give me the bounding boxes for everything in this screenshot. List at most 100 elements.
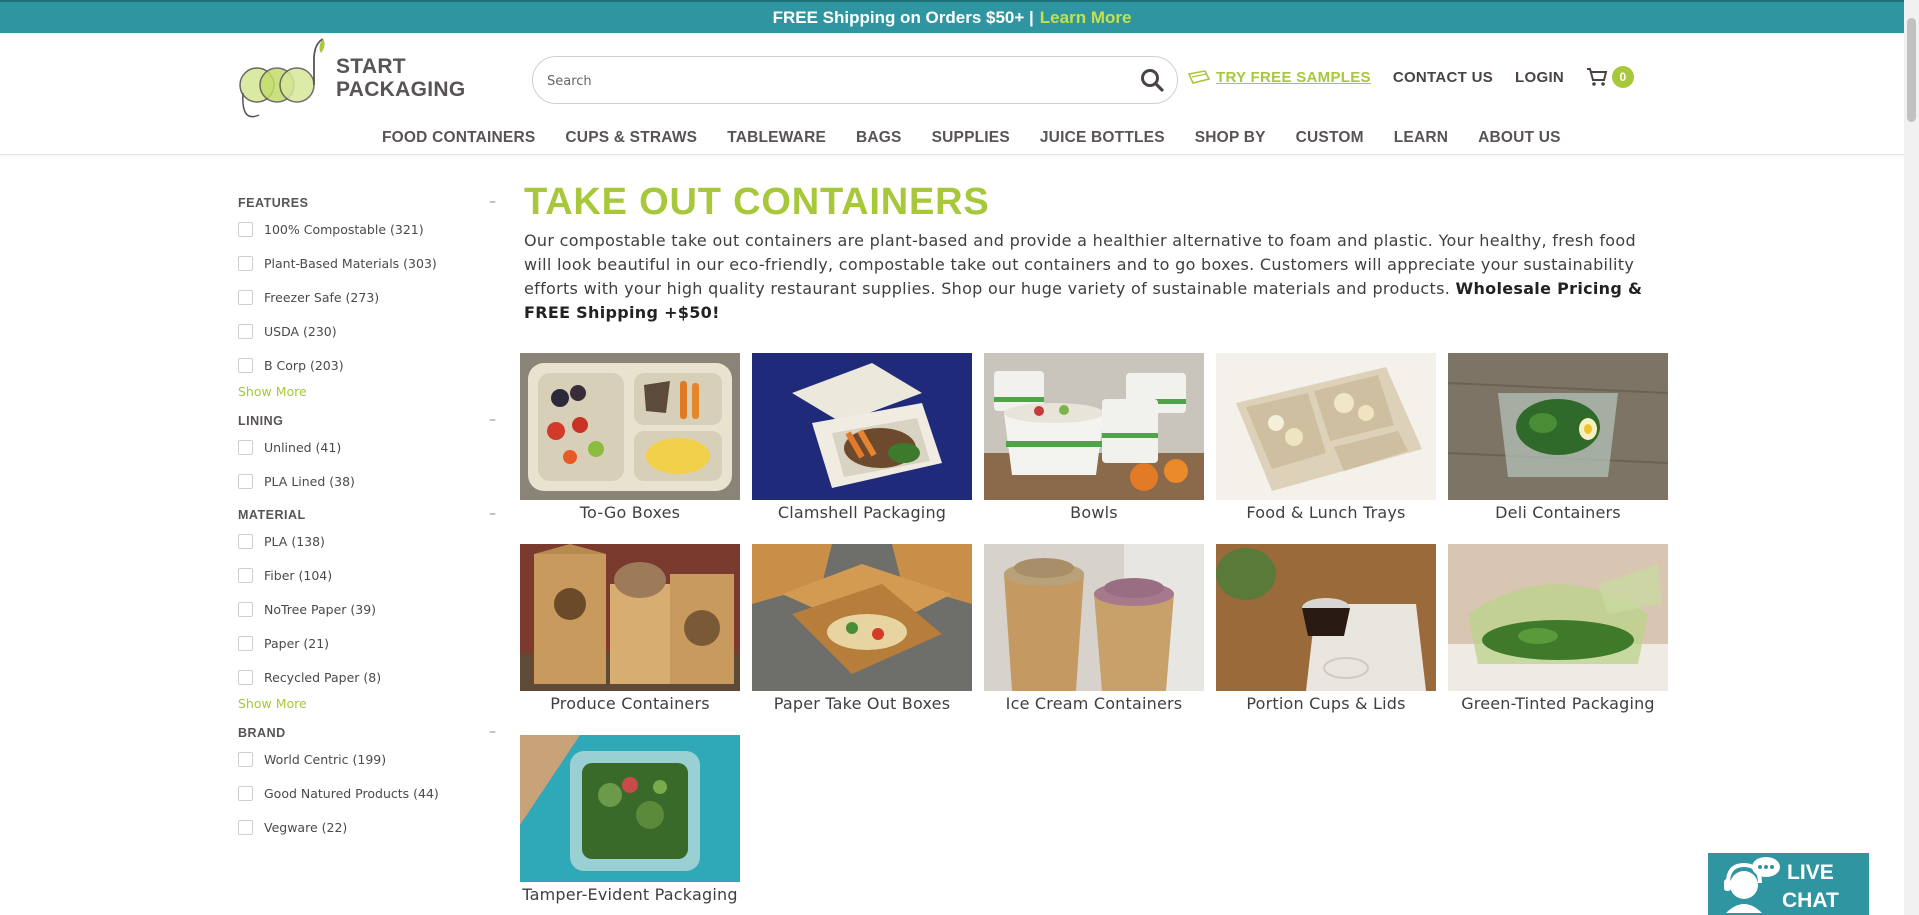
filter-option[interactable]: Fiber (104): [238, 558, 502, 592]
filter-option[interactable]: World Centric (199): [238, 742, 502, 776]
collapse-icon[interactable]: –: [489, 506, 496, 522]
category-tile-produce-containers[interactable]: Produce Containers: [520, 544, 740, 724]
main-nav: FOOD CONTAINERS CUPS & STRAWS TABLEWARE …: [382, 129, 1591, 147]
checkbox[interactable]: [238, 221, 253, 237]
category-tile-to-go-boxes[interactable]: To-Go Boxes: [520, 353, 740, 533]
checkbox[interactable]: [238, 473, 253, 489]
category-tile-bowls[interactable]: Bowls: [984, 353, 1204, 533]
bowls-image: [984, 353, 1204, 500]
category-label: Portion Cups & Lids: [1246, 694, 1406, 713]
site-header: START PACKAGING TRY FREE SAMPLES CONTACT…: [0, 33, 1904, 155]
samples-icon: [1188, 70, 1210, 84]
filter-option[interactable]: NoTree Paper (39): [238, 592, 502, 626]
facet-brand-header: BRAND –: [238, 722, 502, 742]
category-tile-ice-cream-containers[interactable]: Ice Cream Containers: [984, 544, 1204, 724]
facet-material-header: MATERIAL –: [238, 504, 502, 524]
food-lunch-trays-image: [1216, 353, 1436, 500]
try-free-samples-link[interactable]: TRY FREE SAMPLES: [1188, 69, 1371, 86]
nav-supplies[interactable]: SUPPLIES: [932, 129, 1010, 147]
nav-tableware[interactable]: TABLEWARE: [727, 129, 826, 147]
collapse-icon[interactable]: –: [489, 412, 496, 428]
category-tile-green-tinted-packaging[interactable]: Green-Tinted Packaging: [1448, 544, 1668, 724]
login-link[interactable]: LOGIN: [1515, 69, 1564, 86]
collapse-icon[interactable]: –: [489, 194, 496, 210]
green-tinted-packaging-image: [1448, 544, 1668, 691]
cart-button[interactable]: 0: [1586, 66, 1635, 88]
page-title: TAKE OUT CONTAINERS: [524, 181, 990, 223]
live-chat-button[interactable]: LIVE CHAT: [1708, 853, 1869, 915]
brand-wordmark[interactable]: START PACKAGING: [336, 55, 465, 101]
filter-option[interactable]: Unlined (41): [238, 430, 502, 464]
category-tile-clamshell-packaging[interactable]: Clamshell Packaging: [752, 353, 972, 533]
facet-title: FEATURES: [238, 196, 309, 210]
nav-cups-straws[interactable]: CUPS & STRAWS: [565, 129, 697, 147]
category-label: To-Go Boxes: [579, 503, 681, 522]
checkbox[interactable]: [238, 751, 253, 767]
nav-bags[interactable]: BAGS: [856, 129, 902, 147]
checkbox[interactable]: [238, 255, 253, 271]
nav-learn[interactable]: LEARN: [1394, 129, 1448, 147]
filter-option[interactable]: PLA (138): [238, 524, 502, 558]
category-tile-tamper-evident-packaging[interactable]: Tamper-Evident Packaging: [520, 735, 740, 915]
checkbox[interactable]: [238, 785, 253, 801]
nav-juice-bottles[interactable]: JUICE BOTTLES: [1040, 129, 1165, 147]
filter-option[interactable]: Good Natured Products (44): [238, 776, 502, 810]
cart-icon: [1587, 68, 1608, 86]
filter-option[interactable]: Paper (21): [238, 626, 502, 660]
filter-option[interactable]: Plant-Based Materials (303): [238, 246, 502, 280]
ice-cream-containers-image: [984, 544, 1204, 691]
nav-about-us[interactable]: ABOUT US: [1478, 129, 1561, 147]
search-icon[interactable]: [1139, 67, 1165, 93]
facet-title: MATERIAL: [238, 508, 306, 522]
category-label: Bowls: [1070, 503, 1118, 522]
filter-option[interactable]: 100% Compostable (321): [238, 212, 502, 246]
nav-food-containers[interactable]: FOOD CONTAINERS: [382, 129, 535, 147]
checkbox[interactable]: [238, 323, 253, 339]
checkbox[interactable]: [238, 669, 253, 685]
checkbox[interactable]: [238, 819, 253, 835]
category-tile-food-lunch-trays[interactable]: Food & Lunch Trays: [1216, 353, 1436, 533]
category-tile-deli-containers[interactable]: Deli Containers: [1448, 353, 1668, 533]
promo-text: FREE Shipping on Orders $50+ |: [772, 7, 1034, 27]
checkbox[interactable]: [238, 357, 253, 373]
checkbox[interactable]: [238, 635, 253, 651]
checkbox[interactable]: [238, 439, 253, 455]
promo-bar: FREE Shipping on Orders $50+ | Learn Mor…: [0, 0, 1904, 33]
clamshell-packaging-image: [752, 353, 972, 500]
show-more-material-link[interactable]: Show More: [238, 694, 502, 722]
category-label: Ice Cream Containers: [1005, 694, 1183, 713]
category-tile-paper-take-out-boxes[interactable]: Paper Take Out Boxes: [752, 544, 972, 724]
filter-option[interactable]: USDA (230): [238, 314, 502, 348]
contact-us-link[interactable]: CONTACT US: [1393, 69, 1493, 86]
category-label: Tamper-Evident Packaging: [522, 885, 738, 904]
facet-lining-header: LINING –: [238, 410, 502, 430]
category-label: Deli Containers: [1495, 503, 1621, 522]
filter-option[interactable]: Freezer Safe (273): [238, 280, 502, 314]
produce-containers-image: [520, 544, 740, 691]
filter-option[interactable]: Vegware (22): [238, 810, 502, 844]
filter-option[interactable]: B Corp (203): [238, 348, 502, 382]
category-tile-portion-cups-lids[interactable]: Portion Cups & Lids: [1216, 544, 1436, 724]
nav-custom[interactable]: CUSTOM: [1296, 129, 1364, 147]
paper-take-out-boxes-image: [752, 544, 972, 691]
page-scrollbar[interactable]: [1904, 0, 1919, 915]
category-label: Produce Containers: [550, 694, 710, 713]
checkbox[interactable]: [238, 289, 253, 305]
facet-features-header: FEATURES –: [238, 192, 502, 212]
portion-cups-lids-image: [1216, 544, 1436, 691]
checkbox[interactable]: [238, 533, 253, 549]
nav-shop-by[interactable]: SHOP BY: [1195, 129, 1266, 147]
search-input[interactable]: [547, 69, 1107, 93]
chat-agent-icon: [1724, 857, 1780, 913]
show-more-features-link[interactable]: Show More: [238, 382, 502, 410]
intro-paragraph: Our compostable take out containers are …: [524, 229, 1644, 325]
filter-option[interactable]: PLA Lined (38): [238, 464, 502, 498]
promo-learn-more-link[interactable]: Learn More: [1040, 8, 1132, 28]
search-box: [532, 56, 1178, 104]
filter-option[interactable]: Recycled Paper (8): [238, 660, 502, 694]
scrollbar-thumb[interactable]: [1907, 18, 1916, 122]
category-label: Paper Take Out Boxes: [773, 694, 951, 713]
checkbox[interactable]: [238, 567, 253, 583]
checkbox[interactable]: [238, 601, 253, 617]
collapse-icon[interactable]: –: [489, 724, 496, 740]
